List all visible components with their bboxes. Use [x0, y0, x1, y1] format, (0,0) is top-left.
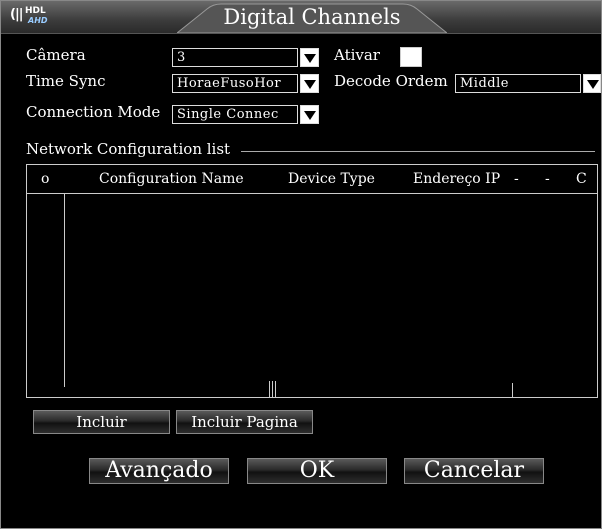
- incluir-button[interactable]: Incluir: [33, 410, 170, 434]
- cancelar-button[interactable]: Cancelar: [404, 458, 544, 484]
- decode-select[interactable]: Middle: [455, 74, 581, 93]
- network-config-list[interactable]: o Configuration Name Device Type Endereç…: [26, 164, 598, 398]
- connection-mode-label: Connection Mode: [26, 103, 161, 121]
- col-header-o[interactable]: o: [41, 171, 49, 187]
- col-header-endereco-ip[interactable]: Endereço IP: [413, 171, 500, 187]
- scroll-tick: [275, 381, 276, 397]
- title-tab: Digital Channels: [177, 1, 447, 33]
- decode-value: Middle: [460, 76, 509, 91]
- col-header-device-type[interactable]: Device Type: [288, 171, 375, 187]
- scroll-tick: [272, 381, 273, 397]
- camera-dropdown-arrow-icon[interactable]: [300, 48, 319, 67]
- connection-mode-dropdown-arrow-icon[interactable]: [300, 105, 319, 124]
- connection-mode-value: Single Connec: [177, 107, 279, 122]
- title-bar: (|| HDL AHD Digital Channels: [1, 1, 601, 34]
- time-sync-dropdown-arrow-icon[interactable]: [300, 74, 319, 93]
- ativar-label: Ativar: [334, 46, 380, 64]
- col-header-dash-1[interactable]: -: [514, 171, 519, 187]
- brand-logo: (|| HDL AHD: [10, 6, 56, 28]
- window-title: Digital Channels: [223, 5, 401, 29]
- col-header-c[interactable]: C: [576, 171, 587, 187]
- digital-channels-window: (|| HDL AHD Digital Channels Câmera 3 At…: [0, 0, 602, 529]
- connection-mode-select[interactable]: Single Connec: [172, 105, 298, 124]
- network-group-label: Network Configuration list: [26, 140, 237, 158]
- incluir-pagina-button[interactable]: Incluir Pagina: [176, 410, 313, 434]
- list-header: o Configuration Name Device Type Endereç…: [27, 165, 597, 194]
- column-divider: [64, 193, 65, 387]
- time-sync-select[interactable]: HoraeFusoHor: [172, 74, 298, 93]
- camera-value: 3: [177, 50, 186, 65]
- scroll-tick: [269, 381, 270, 397]
- logo-sub: AHD: [28, 16, 48, 25]
- avancado-button[interactable]: Avançado: [89, 458, 229, 484]
- time-sync-value: HoraeFusoHor: [177, 76, 282, 91]
- scroll-tick: [512, 383, 513, 397]
- ativar-checkbox[interactable]: [400, 47, 422, 67]
- group-divider: [241, 151, 595, 152]
- col-header-dash-2[interactable]: -: [545, 171, 550, 187]
- camera-select[interactable]: 3: [172, 48, 298, 67]
- ok-button[interactable]: OK: [247, 458, 387, 484]
- time-sync-label: Time Sync: [26, 72, 106, 90]
- decode-label: Decode Ordem: [334, 72, 448, 90]
- logo-bars-icon: (||: [10, 7, 23, 22]
- camera-label: Câmera: [26, 46, 86, 64]
- decode-dropdown-arrow-icon[interactable]: [583, 74, 601, 93]
- col-header-configuration-name[interactable]: Configuration Name: [99, 171, 244, 187]
- logo-brand: HDL: [25, 6, 46, 16]
